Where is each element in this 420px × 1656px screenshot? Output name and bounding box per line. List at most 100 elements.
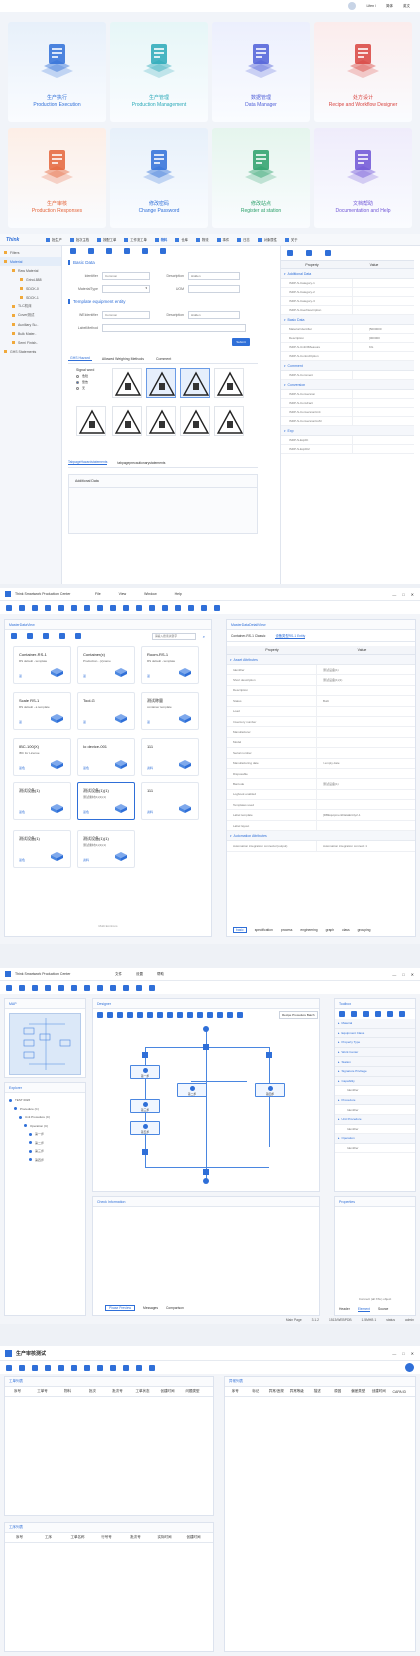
toolbox-section[interactable]: ▸ Signature Privilege	[335, 1066, 415, 1077]
filter-icon[interactable]	[136, 1364, 142, 1371]
main-tab[interactable]: 事件	[216, 237, 229, 242]
close-icon[interactable]: ✕	[411, 592, 414, 597]
paste-icon[interactable]	[97, 604, 103, 611]
minimize-icon[interactable]: —	[392, 972, 396, 977]
menu-item[interactable]: 帮助	[157, 972, 164, 977]
detail-prop-row[interactable]: Logbook enabled	[227, 789, 415, 801]
prop-section[interactable]: ▾ Exp	[281, 426, 414, 436]
print-icon[interactable]	[149, 984, 155, 991]
home-card[interactable]: 生产执行 Production Execution	[8, 22, 106, 122]
equipment-tile[interactable]: 测试设备(1) 蓝色	[13, 782, 71, 820]
equipment-tile[interactable]: 111 资料	[141, 738, 199, 776]
link-icon[interactable]	[157, 1012, 163, 1018]
ghs-pictogram[interactable]	[146, 368, 176, 398]
menu-item[interactable]: File	[95, 592, 101, 596]
menu-item[interactable]: 设置	[136, 972, 143, 977]
toolbox-section[interactable]: ▸ Unit Procedure	[335, 1114, 415, 1125]
grid-icon[interactable]	[325, 250, 331, 256]
prop-row[interactable]: ISDP-S-ControlOption	[281, 352, 414, 361]
toolbox-section[interactable]: ▸ Equipment Class	[335, 1028, 415, 1039]
prop-row[interactable]: ISDP-S-UserDescription	[281, 306, 414, 315]
prop-section[interactable]: ▾ Basic Data	[281, 315, 414, 325]
tree-item[interactable]: Semi Finish..	[0, 338, 61, 347]
refresh-icon[interactable]	[160, 248, 166, 254]
main-tab[interactable]: 关于	[284, 237, 298, 242]
check-icon[interactable]	[123, 984, 129, 991]
submit-button[interactable]: Submit	[232, 338, 250, 346]
help-icon[interactable]	[214, 604, 220, 611]
equipment-tile[interactable]: Container-RS-1 RS default - template 蓝	[13, 646, 71, 684]
prop-row[interactable]: ISDP-S-ConvFact	[281, 399, 414, 408]
report-icon[interactable]	[123, 1364, 129, 1371]
check-tab[interactable]: Comparison	[166, 1306, 184, 1310]
flow-step-node[interactable]: 第四步	[255, 1083, 285, 1097]
equipment-tile[interactable]: Io device-001 蓝色	[77, 738, 135, 776]
column-header[interactable]: 批次号	[105, 1387, 130, 1396]
detail-bottom-tab[interactable]: process	[281, 928, 293, 932]
fit-icon[interactable]	[197, 1012, 203, 1018]
column-header[interactable]: 行号号	[92, 1533, 121, 1542]
detail-prop-row[interactable]: Templates used	[227, 800, 415, 811]
main-tab[interactable]: 物流	[195, 237, 209, 242]
signal-radio[interactable]: 危险	[76, 374, 94, 378]
flow-step-node[interactable]: 第一步	[130, 1065, 160, 1079]
column-header[interactable]: 异常等级	[287, 1387, 308, 1396]
tool-6-icon[interactable]	[399, 1011, 405, 1017]
equipment-tile[interactable]: Container(x) Production...(x)name 蓝	[77, 646, 135, 684]
detail-prop-row[interactable]: Label layout	[227, 820, 415, 832]
menu-item[interactable]: 文件	[115, 972, 122, 977]
flow-step-node[interactable]: 第五步	[130, 1121, 160, 1135]
prop-row[interactable]: ISDP-S-Conversion	[281, 390, 414, 399]
home-icon[interactable]	[6, 1364, 12, 1371]
identifier-input[interactable]	[102, 271, 150, 280]
save-icon[interactable]	[70, 248, 76, 254]
equipment-tile[interactable]: Scale RS-1 RS default - a template 蓝	[13, 692, 71, 730]
export-icon[interactable]	[237, 1012, 243, 1018]
prop-row[interactable]: ISDP-S-ExpDt2	[281, 445, 414, 454]
delete-icon[interactable]	[106, 248, 112, 254]
column-header[interactable]: 工单状态	[130, 1387, 155, 1396]
flow-start-node[interactable]	[203, 1026, 209, 1032]
close-icon[interactable]: ✕	[411, 972, 414, 977]
column-header[interactable]: 问题类型	[180, 1387, 205, 1396]
prop-section[interactable]: ▾ Conversion	[281, 380, 414, 390]
column-header[interactable]: 批次号	[121, 1533, 150, 1542]
flow-transition[interactable]	[266, 1052, 272, 1058]
column-header[interactable]: 序号	[225, 1387, 246, 1396]
tree-item[interactable]: Raw Material	[0, 266, 61, 275]
explorer-item[interactable]: 第一步	[5, 1130, 85, 1139]
column-header[interactable]: 标记	[246, 1387, 267, 1396]
equipment-tile[interactable]: 测试设备(1)(1) 测试素材(1)(1)(1) 蓝色	[77, 782, 135, 820]
properties-tab[interactable]: Element	[357, 1307, 370, 1312]
toolbox-section[interactable]: ▸ Station	[335, 1057, 415, 1067]
column-header[interactable]: 原因	[328, 1387, 349, 1396]
detail-prop-row[interactable]: Short description 测试设备(1)(1)	[227, 675, 415, 686]
eq-identifier-input[interactable]	[102, 310, 150, 319]
material-type-select[interactable]: ▾	[102, 284, 150, 293]
cut-icon[interactable]	[71, 984, 77, 991]
tree-item[interactable]: Grind-888	[0, 275, 61, 284]
toolbox-section[interactable]: ▸ Material	[335, 1019, 415, 1029]
main-tab[interactable]: 对象属性	[257, 237, 277, 242]
transition-icon[interactable]	[117, 1012, 123, 1018]
detail-prop-row[interactable]: Inventory number	[227, 716, 415, 728]
undo-icon[interactable]	[58, 604, 64, 611]
flow-transition[interactable]	[203, 1169, 209, 1175]
prop-row[interactable]: Description [000000	[281, 334, 414, 343]
settings-icon[interactable]	[188, 604, 194, 611]
refresh-icon[interactable]	[149, 1364, 155, 1371]
ghs-pictogram[interactable]	[214, 368, 244, 398]
save-icon[interactable]	[32, 984, 38, 991]
home-card[interactable]: 文档帮助 Documentation and Help	[314, 128, 412, 228]
redo-icon[interactable]	[58, 984, 64, 991]
detail-prop-row[interactable]: Label template [DBEquipmentDataEntity2-1	[227, 810, 415, 821]
home-icon[interactable]	[6, 604, 12, 611]
menu-item[interactable]: Help	[175, 592, 182, 596]
flow-step-node[interactable]: 第三步	[130, 1099, 160, 1113]
avatar[interactable]	[348, 2, 357, 10]
prop-row[interactable]: ISDP-S-Comment	[281, 371, 414, 380]
ghs-tab[interactable]: Comment	[154, 357, 173, 361]
menu-item[interactable]: Window	[144, 592, 156, 596]
home-card[interactable]: 生产审核 Production Responses	[8, 128, 106, 228]
detail-prop-row[interactable]: Barcode 测试设备(1)	[227, 779, 415, 790]
